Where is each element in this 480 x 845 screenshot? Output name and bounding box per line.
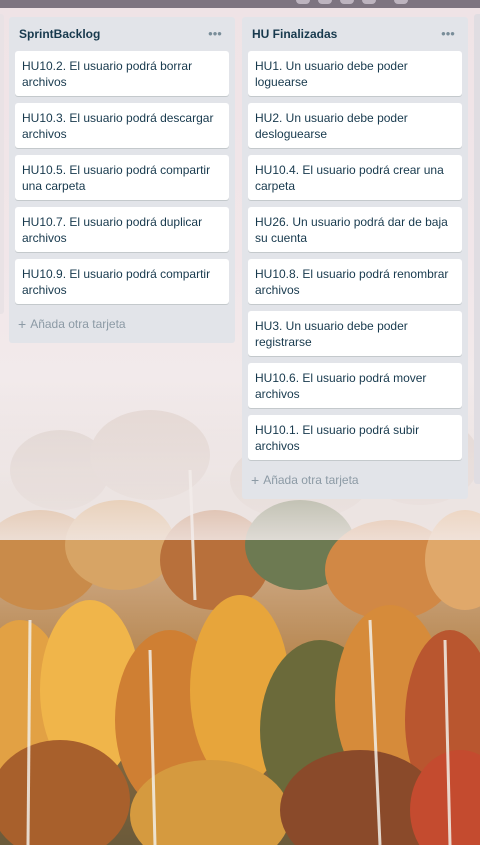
next-list-edge[interactable] — [474, 14, 480, 484]
header-pill — [362, 0, 376, 4]
card-title: HU3. Un usuario debe poder registrarse — [255, 319, 408, 349]
list-hu-finalizadas: HU Finalizadas ••• HU1. Un usuario debe … — [242, 17, 468, 499]
card-title: HU10.5. El usuario podrá compartir una c… — [22, 163, 211, 193]
card-title: HU10.3. El usuario podrá descargar archi… — [22, 111, 214, 141]
list-header: SprintBacklog ••• — [15, 17, 229, 51]
header-pill — [296, 0, 310, 4]
add-card-button[interactable]: + Añada otra tarjeta — [15, 311, 229, 337]
card[interactable]: HU2. Un usuario debe poder desloguearse — [248, 103, 462, 148]
header-pill — [318, 0, 332, 4]
card-title: HU10.7. El usuario podrá duplicar archiv… — [22, 215, 203, 245]
card[interactable]: HU10.5. El usuario podrá compartir una c… — [15, 155, 229, 200]
list-title[interactable]: SprintBacklog — [17, 27, 100, 41]
card-title: HU10.1. El usuario podrá subir archivos — [255, 423, 420, 453]
card[interactable]: HU10.2. El usuario podrá borrar archivos — [15, 51, 229, 96]
card-title: HU26. Un usuario podrá dar de baja su cu… — [255, 215, 448, 245]
card[interactable]: HU10.7. El usuario podrá duplicar archiv… — [15, 207, 229, 252]
add-card-button[interactable]: + Añada otra tarjeta — [248, 467, 462, 493]
card-title: HU10.6. El usuario podrá mover archivos — [255, 371, 427, 401]
add-card-label: Añada otra tarjeta — [30, 317, 126, 331]
card-title: HU10.4. El usuario podrá crear una carpe… — [255, 163, 444, 193]
header-pill — [340, 0, 354, 4]
card[interactable]: HU10.6. El usuario podrá mover archivos — [248, 363, 462, 408]
card[interactable]: HU10.9. El usuario podrá compartir archi… — [15, 259, 229, 304]
list-title[interactable]: HU Finalizadas — [250, 27, 337, 41]
board-header-strip — [0, 0, 480, 8]
card-title: HU10.2. El usuario podrá borrar archivos — [22, 59, 193, 89]
card[interactable]: HU10.4. El usuario podrá crear una carpe… — [248, 155, 462, 200]
card[interactable]: HU26. Un usuario podrá dar de baja su cu… — [248, 207, 462, 252]
card[interactable]: HU10.1. El usuario podrá subir archivos — [248, 415, 462, 460]
list-sprint-backlog: SprintBacklog ••• HU10.2. El usuario pod… — [9, 17, 235, 343]
card-title: HU10.9. El usuario podrá compartir archi… — [22, 267, 211, 297]
more-horizontal-icon[interactable]: ••• — [205, 26, 225, 42]
card-title: HU10.8. El usuario podrá renombrar archi… — [255, 267, 449, 297]
add-card-label: Añada otra tarjeta — [263, 473, 359, 487]
header-pill — [394, 0, 408, 4]
card[interactable]: HU3. Un usuario debe poder registrarse — [248, 311, 462, 356]
card-title: HU2. Un usuario debe poder desloguearse — [255, 111, 408, 141]
card[interactable]: HU1. Un usuario debe poder loguearse — [248, 51, 462, 96]
board-canvas: SprintBacklog ••• HU10.2. El usuario pod… — [0, 0, 480, 845]
previous-list-edge[interactable] — [0, 14, 4, 314]
plus-icon: + — [251, 472, 260, 488]
card-title: HU1. Un usuario debe poder loguearse — [255, 59, 408, 89]
list-header: HU Finalizadas ••• — [248, 17, 462, 51]
card[interactable]: HU10.8. El usuario podrá renombrar archi… — [248, 259, 462, 304]
plus-icon: + — [18, 316, 27, 332]
more-horizontal-icon[interactable]: ••• — [438, 26, 458, 42]
card[interactable]: HU10.3. El usuario podrá descargar archi… — [15, 103, 229, 148]
